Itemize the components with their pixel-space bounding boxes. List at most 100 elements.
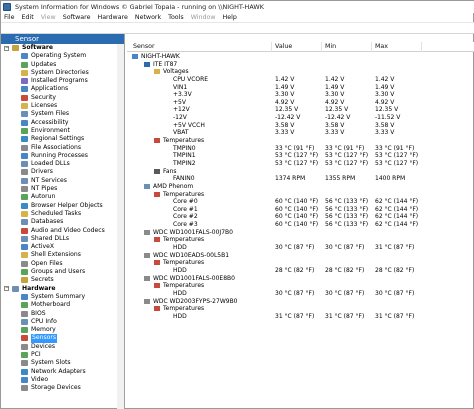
- sensor-row[interactable]: HDD 30 °C (87 °F) 30 °C (87 °F) 31 °C (87 °…: [127, 244, 474, 252]
- tree-item-pci[interactable]: PCI: [1, 351, 124, 359]
- menu-help[interactable]: Help: [220, 14, 241, 21]
- tree-item-system-directories[interactable]: System Directories: [1, 69, 124, 77]
- tree-item-system-summary[interactable]: System Summary: [1, 293, 124, 301]
- sensor-group-wdc-wd10eads-00l5b1[interactable]: WDC WD10EADS-00L5B1: [127, 252, 474, 260]
- tree-item-system-slots[interactable]: System Slots: [1, 359, 124, 367]
- sensor-group-temperatures[interactable]: Temperatures: [127, 236, 474, 244]
- tree-item-file-associations[interactable]: File Associations: [1, 144, 124, 152]
- sensor-row[interactable]: HDD 31 °C (87 °F) 31 °C (87 °F) 31 °C (87 °…: [127, 313, 474, 321]
- tree-item-audio-and-video-codecs[interactable]: Audio and Video Codecs: [1, 227, 124, 235]
- tree-item-autorun[interactable]: Autorun: [1, 193, 124, 201]
- tree-item-software[interactable]: − Software: [1, 44, 124, 52]
- tree-item-licenses[interactable]: Licenses: [1, 102, 124, 110]
- sensor-value: 53 °C (127 °F): [275, 159, 319, 167]
- tree-item-bios[interactable]: BIOS: [1, 310, 124, 318]
- tree-item-system-files[interactable]: System Files: [1, 110, 124, 118]
- menu-network[interactable]: Network: [132, 14, 165, 21]
- sensor-label: HDD: [173, 289, 187, 297]
- tree-item-sensors[interactable]: Sensors: [1, 334, 124, 343]
- network-icon: [21, 368, 28, 375]
- tree-item-video[interactable]: Video: [1, 376, 124, 384]
- tree-item-nt-services[interactable]: NT Services: [1, 177, 124, 185]
- tree-item-scheduled-tasks[interactable]: Scheduled Tasks: [1, 210, 124, 218]
- sensor-group-temperatures[interactable]: Temperatures: [127, 191, 474, 199]
- tree-item-nt-pipes[interactable]: NT Pipes: [1, 185, 124, 193]
- sensor-group-wdc-wd1001fals-00e8b0[interactable]: WDC WD1001FALS-00E8B0: [127, 275, 474, 283]
- tree-item-applications[interactable]: Applications: [1, 85, 124, 93]
- sensor-row[interactable]: +5V VCCH 3.58 V 3.58 V 3.58 V: [127, 122, 474, 130]
- sensor-row[interactable]: HDD 28 °C (82 °F) 28 °C (82 °F) 28 °C (82 °…: [127, 267, 474, 275]
- tree-item-updates[interactable]: Updates: [1, 61, 124, 69]
- sensor-label: Temperatures: [163, 305, 205, 313]
- tree-item-shell-extensions[interactable]: Shell Extensions: [1, 251, 124, 259]
- tree-item-cpu-info[interactable]: CPU Info: [1, 318, 124, 326]
- collapse-icon[interactable]: −: [4, 286, 9, 292]
- tree-item-loaded-dlls[interactable]: Loaded DLLs: [1, 160, 124, 168]
- tree-item-environment[interactable]: Environment: [1, 127, 124, 135]
- menu-file[interactable]: File: [1, 14, 19, 21]
- sensor-group-voltages[interactable]: Voltages: [127, 68, 474, 76]
- tree-item-databases[interactable]: Databases: [1, 218, 124, 226]
- tree-item-label: Drivers: [31, 168, 53, 176]
- sensor-group-temperatures[interactable]: Temperatures: [127, 137, 474, 145]
- sensor-row[interactable]: +12V 12.35 V 12.35 V 12.35 V: [127, 106, 474, 114]
- sensor-row[interactable]: Core #1 60 °C (140 °F) 56 °C (133 °F) 62 °C…: [127, 206, 474, 214]
- tree-item-regional-settings[interactable]: Regional Settings: [1, 135, 124, 143]
- tree-item-running-processes[interactable]: Running Processes: [1, 152, 124, 160]
- tree-item-drivers[interactable]: Drivers: [1, 168, 124, 176]
- tree-item-activex[interactable]: ActiveX: [1, 243, 124, 251]
- sensor-group-ite-it87[interactable]: ITE IT87: [127, 61, 474, 69]
- menu-software[interactable]: Software: [60, 14, 95, 21]
- tree-item-accessibility[interactable]: Accessibility: [1, 119, 124, 127]
- sensor-row[interactable]: TMPIN0 33 °C (91 °F) 33 °C (91 °F) 33 °C (9…: [127, 145, 474, 153]
- menu-tools[interactable]: Tools: [165, 14, 188, 21]
- tree-item-hardware[interactable]: − Hardware: [1, 285, 124, 293]
- sensor-row[interactable]: TMPIN2 53 °C (127 °F) 53 °C (127 °F) 53 °C …: [127, 160, 474, 168]
- tree-item-shared-dlls[interactable]: Shared DLLs: [1, 235, 124, 243]
- sensor-group-night-hawk[interactable]: NIGHT-HAWK: [127, 53, 474, 61]
- tree-item-operating-system[interactable]: Operating System: [1, 52, 124, 60]
- sensor-group-temperatures[interactable]: Temperatures: [127, 259, 474, 267]
- sensor-row[interactable]: -12V -12.42 V -12.42 V -11.52 V: [127, 114, 474, 122]
- sensor-group-wdc-wd2003fyps-27w9b0[interactable]: WDC WD2003FYPS-27W9B0: [127, 298, 474, 306]
- sensor-row[interactable]: VBAT 3.33 V 3.33 V 3.33 V: [127, 129, 474, 137]
- sensor-row[interactable]: Core #3 60 °C (140 °F) 56 °C (133 °F) 62 °C…: [127, 221, 474, 229]
- menu-view[interactable]: View: [38, 14, 60, 21]
- sensor-row[interactable]: +5V 4.92 V 4.92 V 4.92 V: [127, 99, 474, 107]
- sensor-row[interactable]: FANIN0 1374 RPM 1355 RPM 1400 RPM: [127, 175, 474, 183]
- menu-hardware[interactable]: Hardware: [94, 14, 131, 21]
- column-sensor[interactable]: Sensor: [133, 43, 155, 50]
- column-min[interactable]: Min: [325, 43, 336, 50]
- tree-item-installed-programs[interactable]: Installed Programs: [1, 77, 124, 85]
- tree-item-devices[interactable]: Devices: [1, 343, 124, 351]
- column-value[interactable]: Value: [275, 43, 292, 50]
- sensor-row[interactable]: Core #2 60 °C (140 °F) 56 °C (133 °F) 62 °C…: [127, 213, 474, 221]
- tree-item-secrets[interactable]: Secrets: [1, 276, 124, 284]
- tree-item-network-adapters[interactable]: Network Adapters: [1, 368, 124, 376]
- tree-item-memory[interactable]: Memory: [1, 326, 124, 334]
- tree-item-motherboard[interactable]: Motherboard: [1, 301, 124, 309]
- tree-item-open-files[interactable]: Open Files: [1, 260, 124, 268]
- sensor-row[interactable]: +3.3V 3.30 V 3.30 V 3.30 V: [127, 91, 474, 99]
- collapse-icon[interactable]: −: [4, 45, 9, 51]
- tree-scrollbar[interactable]: [117, 44, 124, 409]
- tree-item-browser-helper-objects[interactable]: Browser Helper Objects: [1, 202, 124, 210]
- column-max[interactable]: Max: [375, 43, 388, 50]
- sensor-group-amd-phenom[interactable]: AMD Phenom: [127, 183, 474, 191]
- menu-window[interactable]: Window: [188, 14, 220, 21]
- sensor-row[interactable]: VIN1 1.49 V 1.49 V 1.49 V: [127, 84, 474, 92]
- menu-edit[interactable]: Edit: [19, 14, 38, 21]
- sensor-group-fans[interactable]: Fans: [127, 168, 474, 176]
- sensor-row[interactable]: HDD 30 °C (87 °F) 30 °C (87 °F) 30 °C (87 °…: [127, 290, 474, 298]
- sensor-row[interactable]: Core #0 60 °C (140 °F) 56 °C (133 °F) 62 °C…: [127, 198, 474, 206]
- sensor-row[interactable]: CPU VCORE 1.42 V 1.42 V 1.42 V: [127, 76, 474, 84]
- sensor-group-temperatures[interactable]: Temperatures: [127, 282, 474, 290]
- sensor-row[interactable]: TMPIN1 53 °C (127 °F) 53 °C (127 °F) 53 °C …: [127, 152, 474, 160]
- sensor-group-wdc-wd1001fals-00j7b0[interactable]: WDC WD1001FALS-00J7B0: [127, 229, 474, 237]
- tree-item-security[interactable]: Security: [1, 94, 124, 102]
- tree-item-storage-devices[interactable]: Storage Devices: [1, 384, 124, 392]
- sensor-label: +12V: [173, 106, 190, 114]
- sensor-group-temperatures[interactable]: Temperatures: [127, 305, 474, 313]
- sensor-max: 33 °C (91 °F): [375, 144, 415, 152]
- tree-item-groups-and-users[interactable]: Groups and Users: [1, 268, 124, 276]
